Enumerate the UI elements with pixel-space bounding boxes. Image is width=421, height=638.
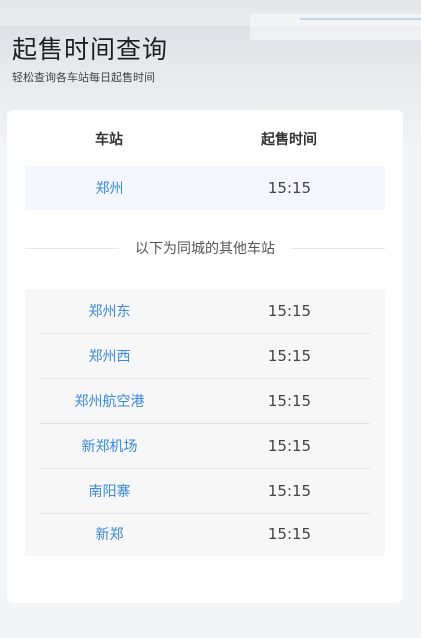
station-name[interactable]: 郑州西 — [25, 346, 194, 366]
primary-station-row[interactable]: 郑州 15:15 — [25, 166, 385, 210]
column-header-station: 车站 — [95, 132, 123, 148]
sale-time: 15:15 — [267, 482, 312, 500]
station-name[interactable]: 新郑 — [25, 524, 194, 544]
divider-line — [25, 247, 119, 249]
divider-label: 以下为同城的其他车站 — [135, 241, 275, 257]
station-name[interactable]: 郑州 — [25, 178, 194, 198]
sale-time: 15:15 — [267, 302, 312, 320]
divider-line — [291, 247, 385, 249]
list-item[interactable]: 南阳寨 15:15 — [25, 469, 385, 513]
sale-time: 15:15 — [267, 347, 312, 365]
sale-time: 15:15 — [267, 437, 312, 455]
station-name[interactable]: 新郑机场 — [25, 436, 194, 456]
sale-time: 15:15 — [267, 525, 312, 543]
station-name[interactable]: 郑州东 — [25, 301, 194, 321]
station-name[interactable]: 郑州航空港 — [25, 391, 194, 411]
list-item[interactable]: 郑州东 15:15 — [25, 289, 385, 333]
sale-time: 15:15 — [267, 392, 312, 410]
header-decoration — [300, 18, 421, 20]
same-city-divider: 以下为同城的其他车站 — [25, 238, 385, 258]
list-item[interactable]: 郑州航空港 15:15 — [25, 379, 385, 423]
page-title: 起售时间查询 — [12, 35, 169, 64]
results-card: 车站 起售时间 郑州 15:15 以下为同城的其他车站 郑州东 15:15 郑州… — [7, 110, 403, 603]
sale-time: 15:15 — [267, 179, 312, 197]
list-item[interactable]: 新郑 15:15 — [25, 512, 385, 556]
other-stations-list: 郑州东 15:15 郑州西 15:15 郑州航空港 15:15 新郑机场 15:… — [25, 289, 385, 556]
list-item[interactable]: 郑州西 15:15 — [25, 334, 385, 378]
page-subtitle: 轻松查询各车站每日起售时间 — [12, 71, 155, 84]
station-name[interactable]: 南阳寨 — [25, 481, 194, 501]
list-item[interactable]: 新郑机场 15:15 — [25, 424, 385, 468]
column-header-sale-time: 起售时间 — [261, 132, 317, 148]
